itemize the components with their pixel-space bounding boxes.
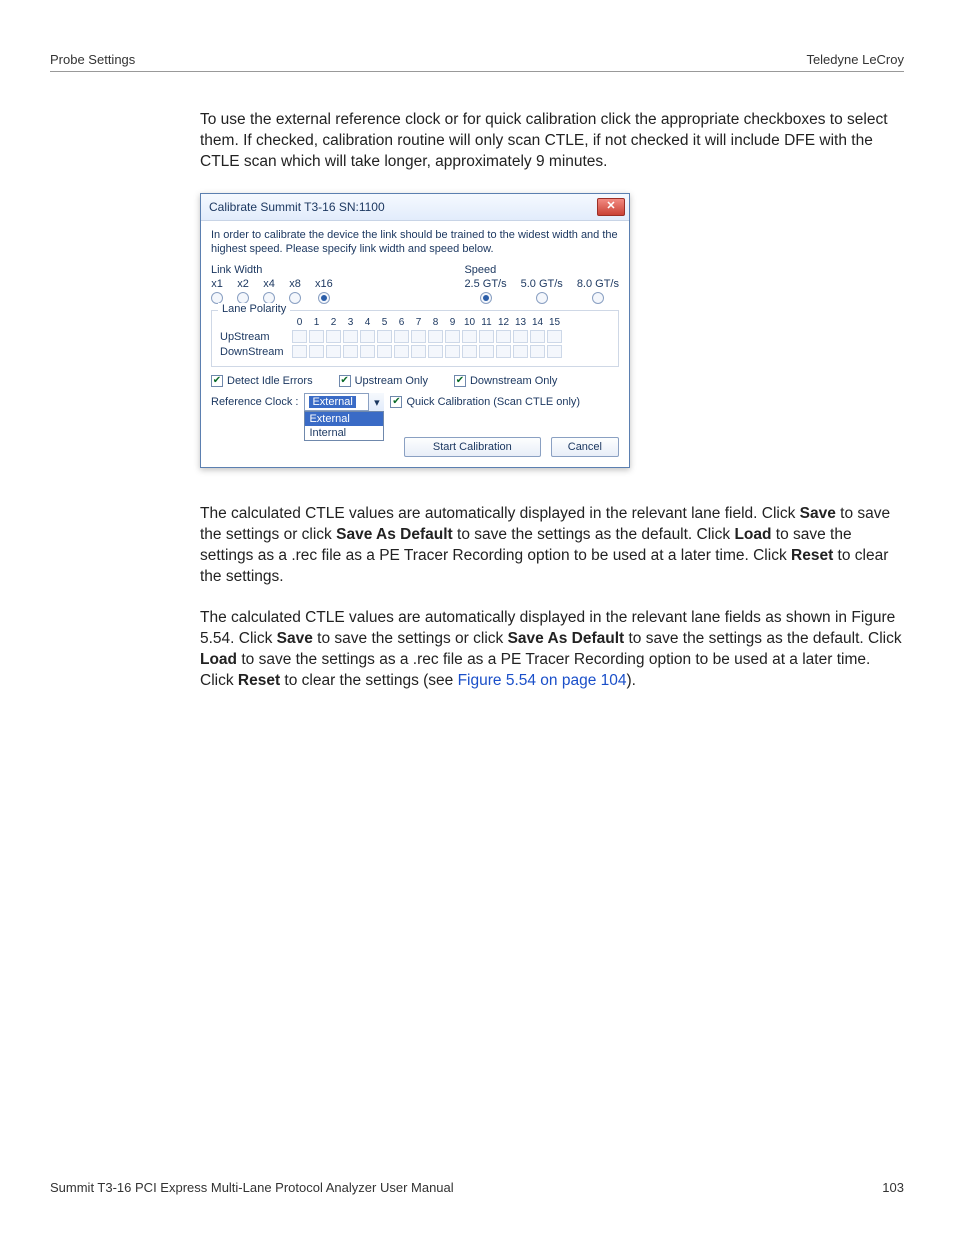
dialog-titlebar: Calibrate Summit T3-16 SN:1100 ✕: [201, 194, 629, 221]
lane-cell[interactable]: [445, 345, 460, 358]
lane-cell[interactable]: [530, 330, 545, 343]
lane-cell[interactable]: [309, 345, 324, 358]
lane-cell[interactable]: [326, 345, 341, 358]
lane-polarity-fieldset: Lane Polarity 0123456789101112131415 UpS…: [211, 310, 619, 367]
lane-rows: UpStream DownStream: [220, 330, 610, 358]
lane-cell[interactable]: [462, 345, 477, 358]
refclock-option[interactable]: Internal: [305, 426, 383, 440]
lane-cell[interactable]: [394, 345, 409, 358]
close-icon[interactable]: ✕: [597, 198, 625, 216]
lane-cell[interactable]: [411, 345, 426, 358]
lane-cell[interactable]: [428, 345, 443, 358]
lane-cell[interactable]: [394, 330, 409, 343]
speed-group: Speed 2.5 GT/s 5.0 GT/s 8.0 GT/s: [464, 264, 619, 304]
quick-calibration-checkbox[interactable]: Quick Calibration (Scan CTLE only): [390, 396, 580, 408]
lane-polarity-legend: Lane Polarity: [218, 303, 290, 315]
paragraph-2: The calculated CTLE values are automatic…: [200, 504, 904, 588]
lane-cell[interactable]: [462, 330, 477, 343]
lane-cell[interactable]: [496, 345, 511, 358]
speed-option[interactable]: 2.5 GT/s: [464, 278, 506, 304]
lane-cell[interactable]: [513, 330, 528, 343]
dialog-title: Calibrate Summit T3-16 SN:1100: [209, 200, 385, 214]
lane-cell[interactable]: [377, 345, 392, 358]
paragraph-1: To use the external reference clock or f…: [200, 110, 904, 173]
page-footer: Summit T3-16 PCI Express Multi-Lane Prot…: [50, 1172, 904, 1195]
linkwidth-group: Link Width x1 x2 x4 x8 x16: [211, 264, 333, 304]
header-right: Teledyne LeCroy: [806, 52, 904, 67]
chevron-down-icon[interactable]: ▾: [368, 393, 384, 411]
speed-label: Speed: [464, 264, 619, 276]
lane-cell[interactable]: [309, 330, 324, 343]
paragraph-3: The calculated CTLE values are automatic…: [200, 608, 904, 692]
lane-cell[interactable]: [411, 330, 426, 343]
lane-cell[interactable]: [292, 345, 307, 358]
lane-cell[interactable]: [479, 330, 494, 343]
lane-headers: 0123456789101112131415: [292, 317, 610, 328]
footer-left: Summit T3-16 PCI Express Multi-Lane Prot…: [50, 1180, 454, 1195]
linkwidth-option[interactable]: x2: [237, 278, 249, 304]
footer-page: 103: [882, 1180, 904, 1195]
lane-cell[interactable]: [326, 330, 341, 343]
lane-cell[interactable]: [445, 330, 460, 343]
lane-row: UpStream: [220, 330, 610, 343]
page-header: Probe Settings Teledyne LeCroy: [50, 52, 904, 72]
downstream-only-checkbox[interactable]: Downstream Only: [454, 375, 557, 387]
upstream-only-checkbox[interactable]: Upstream Only: [339, 375, 428, 387]
cancel-button[interactable]: Cancel: [551, 437, 619, 457]
lane-cell[interactable]: [547, 330, 562, 343]
lane-cell[interactable]: [343, 330, 358, 343]
linkwidth-option[interactable]: x4: [263, 278, 275, 304]
header-left: Probe Settings: [50, 52, 135, 67]
lane-cell[interactable]: [377, 330, 392, 343]
lane-row: DownStream: [220, 345, 610, 358]
lane-cell[interactable]: [343, 345, 358, 358]
speed-option[interactable]: 8.0 GT/s: [577, 278, 619, 304]
figure-link[interactable]: Figure 5.54 on page 104: [458, 672, 627, 689]
refclock-list: ExternalInternal: [304, 411, 384, 441]
calibrate-dialog: Calibrate Summit T3-16 SN:1100 ✕ In orde…: [200, 193, 630, 469]
detect-idle-checkbox[interactable]: Detect Idle Errors: [211, 375, 313, 387]
linkwidth-label: Link Width: [211, 264, 333, 276]
lane-cell[interactable]: [292, 330, 307, 343]
linkwidth-radios: x1 x2 x4 x8 x16: [211, 278, 333, 304]
dialog-instruction: In order to calibrate the device the lin…: [211, 229, 619, 257]
lane-cell[interactable]: [547, 345, 562, 358]
start-calibration-button[interactable]: Start Calibration: [404, 437, 541, 457]
refclock-label: Reference Clock :: [211, 396, 298, 408]
speed-option[interactable]: 5.0 GT/s: [521, 278, 563, 304]
lane-cell[interactable]: [479, 345, 494, 358]
lane-cell[interactable]: [360, 345, 375, 358]
lane-cell[interactable]: [513, 345, 528, 358]
lane-cell[interactable]: [428, 330, 443, 343]
linkwidth-option[interactable]: x1: [211, 278, 223, 304]
refclock-combo[interactable]: External ▾ ExternalInternal: [304, 393, 384, 411]
speed-radios: 2.5 GT/s 5.0 GT/s 8.0 GT/s: [464, 278, 619, 304]
linkwidth-option[interactable]: x16: [315, 278, 333, 304]
lane-cell[interactable]: [530, 345, 545, 358]
refclock-option[interactable]: External: [305, 412, 383, 426]
linkwidth-option[interactable]: x8: [289, 278, 301, 304]
lane-cell[interactable]: [360, 330, 375, 343]
lane-cell[interactable]: [496, 330, 511, 343]
